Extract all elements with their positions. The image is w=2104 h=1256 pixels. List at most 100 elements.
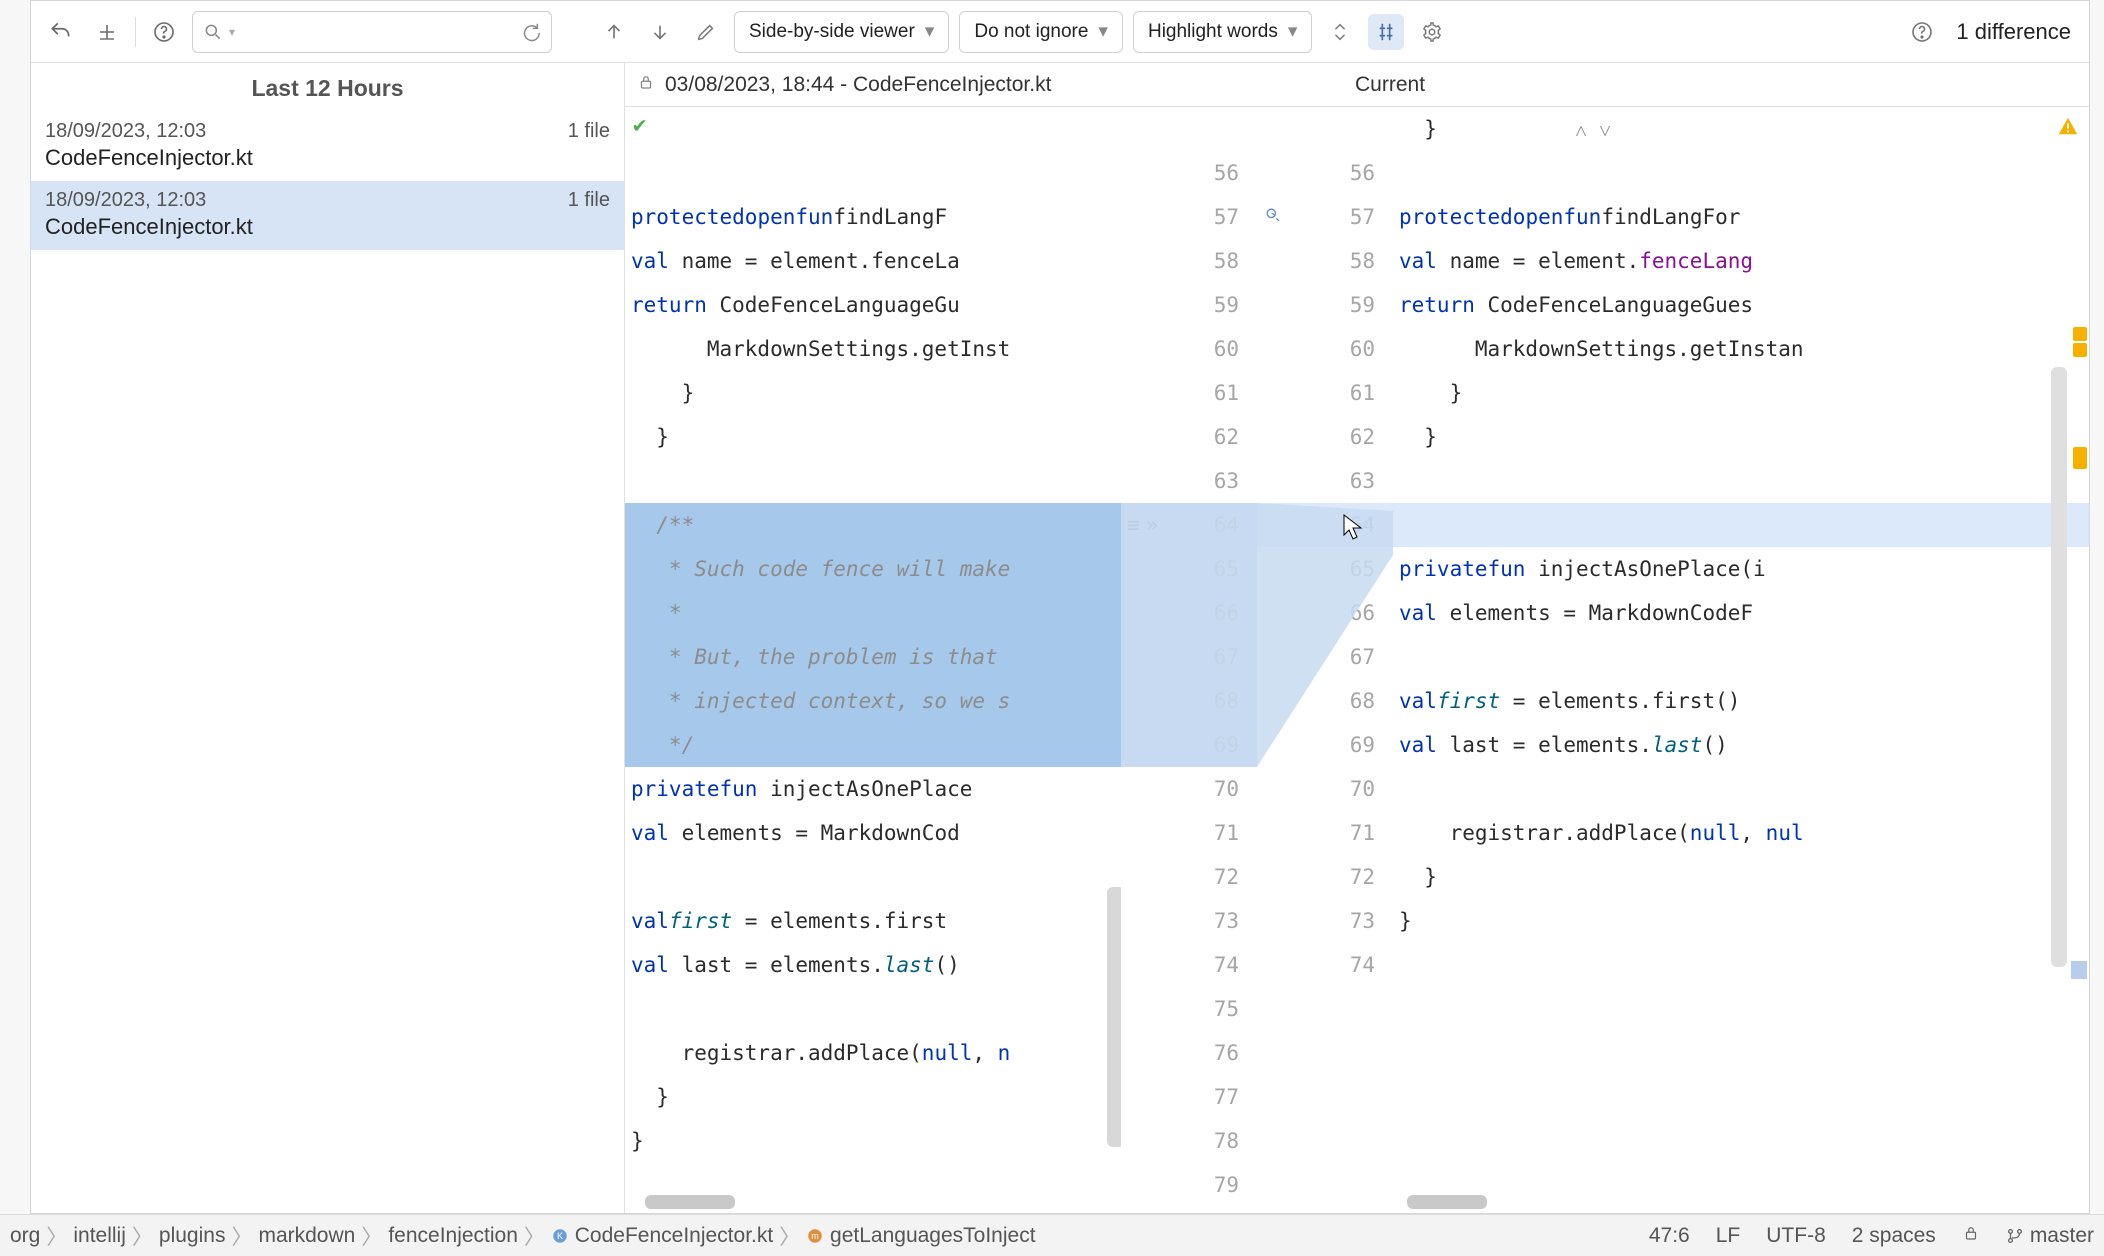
code-line[interactable]: val last = elements.last() (625, 943, 1121, 987)
code-line[interactable]: } (1393, 415, 2089, 459)
left-code-pane[interactable]: ✔ protected open fun findLangF val name … (625, 107, 1121, 1213)
code-line[interactable] (625, 987, 1121, 1031)
ignore-mode-label: Do not ignore (974, 21, 1088, 43)
code-line[interactable]: val name = element.fenceLang (1393, 239, 2089, 283)
breakpoint-suggestion-icon[interactable] (1263, 205, 1283, 230)
diff-overview-stripe[interactable] (2063, 63, 2089, 1213)
highlight-mode-select[interactable]: Highlight words ▾ (1133, 11, 1312, 53)
code-line[interactable] (1393, 151, 2089, 195)
help-diff-button[interactable] (1904, 14, 1940, 50)
breadcrumb[interactable]: org〉intellij〉plugins〉markdown〉fenceInjec… (10, 1221, 1036, 1251)
gutter-line: 64 (1257, 503, 1393, 547)
breadcrumb-segment[interactable]: m getLanguagesToInject (806, 1224, 1035, 1248)
code-line[interactable]: } (1393, 107, 2089, 151)
code-line[interactable]: } (625, 415, 1121, 459)
next-diff-button[interactable] (642, 14, 678, 50)
code-line[interactable]: } (625, 1119, 1121, 1163)
code-line[interactable]: val elements = MarkdownCodeF (1393, 591, 2089, 635)
collapse-unchanged-button[interactable] (1322, 14, 1358, 50)
code-line[interactable]: private fun injectAsOnePlace (625, 767, 1121, 811)
accept-left-icon[interactable]: ≡ (1127, 513, 1140, 537)
breadcrumb-segment[interactable]: markdown (258, 1224, 355, 1248)
git-branch[interactable]: master (2006, 1224, 2094, 1248)
sync-scroll-button[interactable] (1368, 14, 1404, 50)
svg-text:K: K (557, 1231, 563, 1241)
fold-down-icon[interactable]: ˅ (1599, 119, 1611, 144)
gutter-line: 72 (1121, 855, 1257, 899)
edit-button[interactable] (688, 14, 724, 50)
code-line[interactable]: MarkdownSettings.getInstan (1393, 327, 2089, 371)
gutter-line: 67 (1257, 635, 1393, 679)
viewer-mode-select[interactable]: Side-by-side viewer ▾ (734, 11, 949, 53)
left-v-scrollbar-thumb[interactable] (1107, 887, 1121, 1147)
indent-setting[interactable]: 2 spaces (1852, 1224, 1936, 1248)
help-button[interactable] (146, 14, 182, 50)
gutter-line: 61 (1257, 371, 1393, 415)
code-line[interactable]: val elements = MarkdownCod (625, 811, 1121, 855)
breadcrumb-segment[interactable]: K CodeFenceInjector.kt (551, 1224, 773, 1248)
code-line[interactable] (1393, 503, 2089, 547)
code-line[interactable] (1393, 767, 2089, 811)
history-back-icon[interactable] (519, 21, 541, 43)
undo-button[interactable] (43, 14, 79, 50)
breadcrumb-segment[interactable]: intellij (73, 1224, 126, 1248)
ignore-mode-select[interactable]: Do not ignore ▾ (959, 11, 1123, 53)
code-line[interactable] (625, 107, 1121, 151)
inspection-ok-icon: ✔ (633, 113, 646, 138)
breadcrumb-segment[interactable]: org (10, 1224, 40, 1248)
gutter-line: 73 (1121, 899, 1257, 943)
code-line[interactable]: * Such code fence will make (625, 547, 1121, 591)
code-line[interactable]: return CodeFenceLanguageGues (1393, 283, 2089, 327)
code-line[interactable]: private fun injectAsOnePlace(i (1393, 547, 2089, 591)
breadcrumb-segment[interactable]: fenceInjection (388, 1224, 518, 1248)
apply-chunk-icon[interactable]: » (1146, 513, 1159, 537)
code-line[interactable]: val name = element.fenceLa (625, 239, 1121, 283)
code-line[interactable]: registrar.addPlace(null, n (625, 1031, 1121, 1075)
left-h-scrollbar[interactable] (645, 1195, 735, 1209)
code-line[interactable]: /** (625, 503, 1121, 547)
code-line[interactable] (1393, 635, 2089, 679)
code-line[interactable]: protected open fun findLangF (625, 195, 1121, 239)
code-line[interactable]: protected open fun findLangFor (1393, 195, 2089, 239)
code-line[interactable]: } (1393, 899, 2089, 943)
gutter-line: 60 (1257, 327, 1393, 371)
code-line[interactable] (625, 459, 1121, 503)
code-line[interactable]: val first = elements.first (625, 899, 1121, 943)
code-line[interactable] (625, 855, 1121, 899)
search-input[interactable]: ▾ (192, 11, 552, 53)
code-line[interactable]: */ (625, 723, 1121, 767)
code-line[interactable] (1393, 943, 2089, 987)
gutter-line (1257, 107, 1393, 151)
code-line[interactable]: * (625, 591, 1121, 635)
code-line[interactable] (1393, 459, 2089, 503)
settings-button[interactable] (1414, 14, 1450, 50)
gutter-line: 74 (1121, 943, 1257, 987)
readonly-icon[interactable] (1962, 1224, 1980, 1248)
code-line[interactable]: MarkdownSettings.getInst (625, 327, 1121, 371)
code-line[interactable]: * injected context, so we s (625, 679, 1121, 723)
file-encoding[interactable]: UTF-8 (1766, 1224, 1826, 1248)
code-line[interactable]: val last = elements.last() (1393, 723, 2089, 767)
code-line[interactable]: val first = elements.first() (1393, 679, 2089, 723)
right-h-scrollbar[interactable] (1407, 1195, 1487, 1209)
breadcrumb-segment[interactable]: plugins (159, 1224, 226, 1248)
fold-up-icon[interactable]: ˄ (1575, 119, 1587, 144)
code-line[interactable]: } (1393, 855, 2089, 899)
gutter-line: 77 (1121, 1075, 1257, 1119)
history-item[interactable]: 18/09/2023, 12:03 1 file CodeFenceInject… (31, 112, 624, 181)
code-line[interactable]: } (1393, 371, 2089, 415)
gutter-line: 65 (1121, 547, 1257, 591)
history-item[interactable]: 18/09/2023, 12:03 1 file CodeFenceInject… (31, 181, 624, 250)
code-line[interactable] (625, 151, 1121, 195)
code-line[interactable]: registrar.addPlace(null, nul (1393, 811, 2089, 855)
line-separator[interactable]: LF (1716, 1224, 1741, 1248)
code-line[interactable]: } (625, 371, 1121, 415)
prev-diff-button[interactable] (596, 14, 632, 50)
code-line[interactable]: return CodeFenceLanguageGu (625, 283, 1121, 327)
gutter-line: 70 (1121, 767, 1257, 811)
right-code-pane[interactable]: } protected open fun findLangFor val nam… (1393, 107, 2089, 1213)
create-patch-button[interactable] (89, 14, 125, 50)
code-line[interactable]: } (625, 1075, 1121, 1119)
code-line[interactable]: * But, the problem is that (625, 635, 1121, 679)
caret-position[interactable]: 47:6 (1649, 1224, 1690, 1248)
